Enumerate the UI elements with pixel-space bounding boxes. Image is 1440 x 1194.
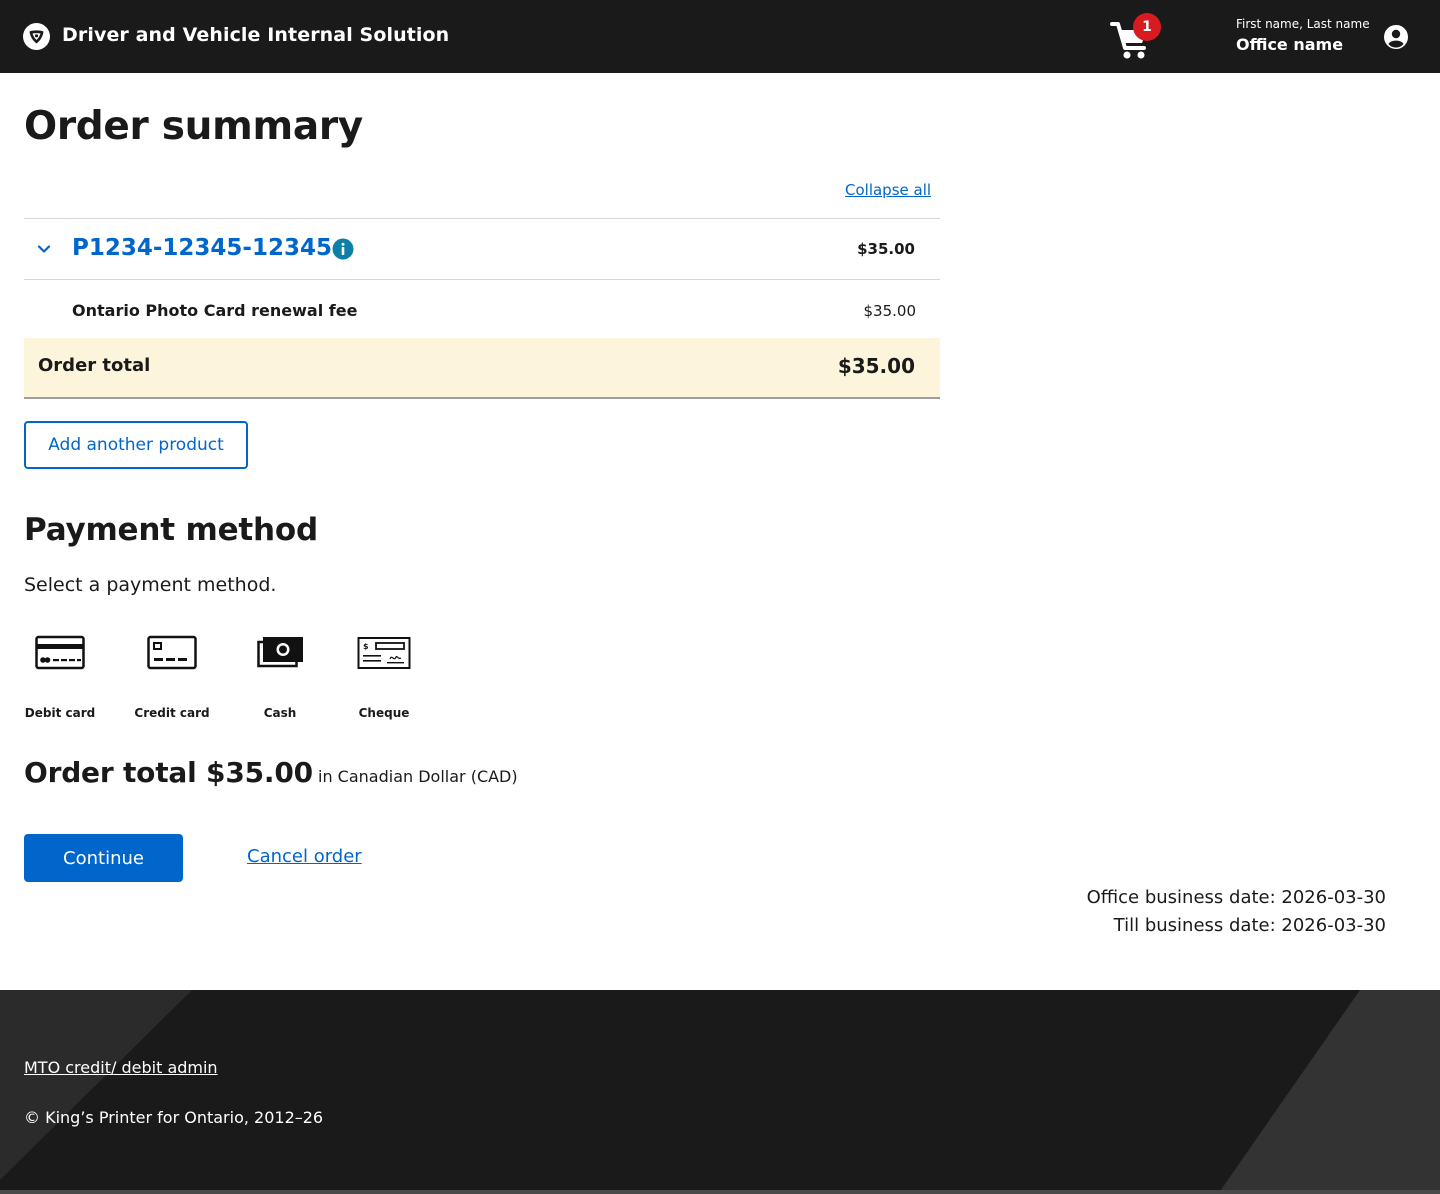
credit-card-icon xyxy=(147,635,197,670)
fee-amount: $35.00 xyxy=(863,302,917,320)
payment-option-credit[interactable]: Credit card xyxy=(117,626,227,726)
user-name: First name, Last name xyxy=(1236,17,1370,31)
mto-admin-link[interactable]: MTO credit/ debit admin xyxy=(24,1058,218,1077)
svg-text:$: $ xyxy=(363,642,369,651)
order-total-amount: $35.00 xyxy=(837,354,915,378)
office-business-date: Office business date: 2026-03-30 xyxy=(1086,887,1386,908)
footer-decoration xyxy=(0,990,1440,1194)
till-business-date: Till business date: 2026-03-30 xyxy=(1113,915,1386,936)
payment-option-label: Debit card xyxy=(24,706,96,720)
chevron-down-icon[interactable] xyxy=(36,241,52,257)
product-row: P1234-12345-12345 $35.00 xyxy=(24,218,940,280)
payment-instruction: Select a payment method. xyxy=(24,574,277,596)
order-total-summary: Order total $35.00 in Canadian Dollar (C… xyxy=(24,756,518,789)
page-footer: MTO credit/ debit admin © King’s Printer… xyxy=(0,990,1440,1194)
debit-card-icon xyxy=(35,635,85,670)
app-header: Driver and Vehicle Internal Solution 1 F… xyxy=(0,0,1440,73)
add-another-product-button[interactable]: Add another product xyxy=(24,421,248,469)
product-id[interactable]: P1234-12345-12345 xyxy=(72,235,332,261)
product-amount: $35.00 xyxy=(857,240,915,258)
payment-option-label: Credit card xyxy=(134,706,210,720)
currency-text: in Canadian Dollar (CAD) xyxy=(318,767,518,786)
fee-label: Ontario Photo Card renewal fee xyxy=(72,301,358,320)
collapse-all-link[interactable]: Collapse all xyxy=(845,181,931,199)
continue-button[interactable]: Continue xyxy=(24,834,183,882)
app-title: Driver and Vehicle Internal Solution xyxy=(62,24,450,46)
account-circle-icon[interactable] xyxy=(1383,24,1409,50)
payment-option-label: Cheque xyxy=(358,706,410,720)
payment-option-cheque[interactable]: $ Cheque xyxy=(329,626,439,726)
order-total-text: Order total $35.00 xyxy=(24,756,313,789)
cheque-icon: $ xyxy=(357,637,411,669)
order-summary-table: P1234-12345-12345 $35.00 Ontario Photo C… xyxy=(24,218,940,399)
order-total-label: Order total xyxy=(38,355,151,376)
payment-option-label: Cash xyxy=(263,706,297,720)
cash-icon xyxy=(257,637,303,668)
copyright: © King’s Printer for Ontario, 2012–26 xyxy=(24,1108,324,1127)
trillium-icon[interactable] xyxy=(23,23,50,50)
office-name: Office name xyxy=(1236,35,1344,54)
info-icon[interactable] xyxy=(332,238,354,260)
cancel-order-link[interactable]: Cancel order xyxy=(247,846,362,867)
payment-method-title: Payment method xyxy=(24,512,318,548)
fee-row: Ontario Photo Card renewal fee $35.00 xyxy=(24,280,940,338)
page-title: Order summary xyxy=(24,104,363,149)
order-total-row: Order total $35.00 xyxy=(24,338,940,399)
cart-count-badge: 1 xyxy=(1133,13,1161,41)
payment-option-cash[interactable]: Cash xyxy=(225,626,335,726)
payment-option-debit[interactable]: Debit card xyxy=(5,626,115,726)
business-dates: Office business date: 2026-03-30 Till bu… xyxy=(1087,884,1386,940)
